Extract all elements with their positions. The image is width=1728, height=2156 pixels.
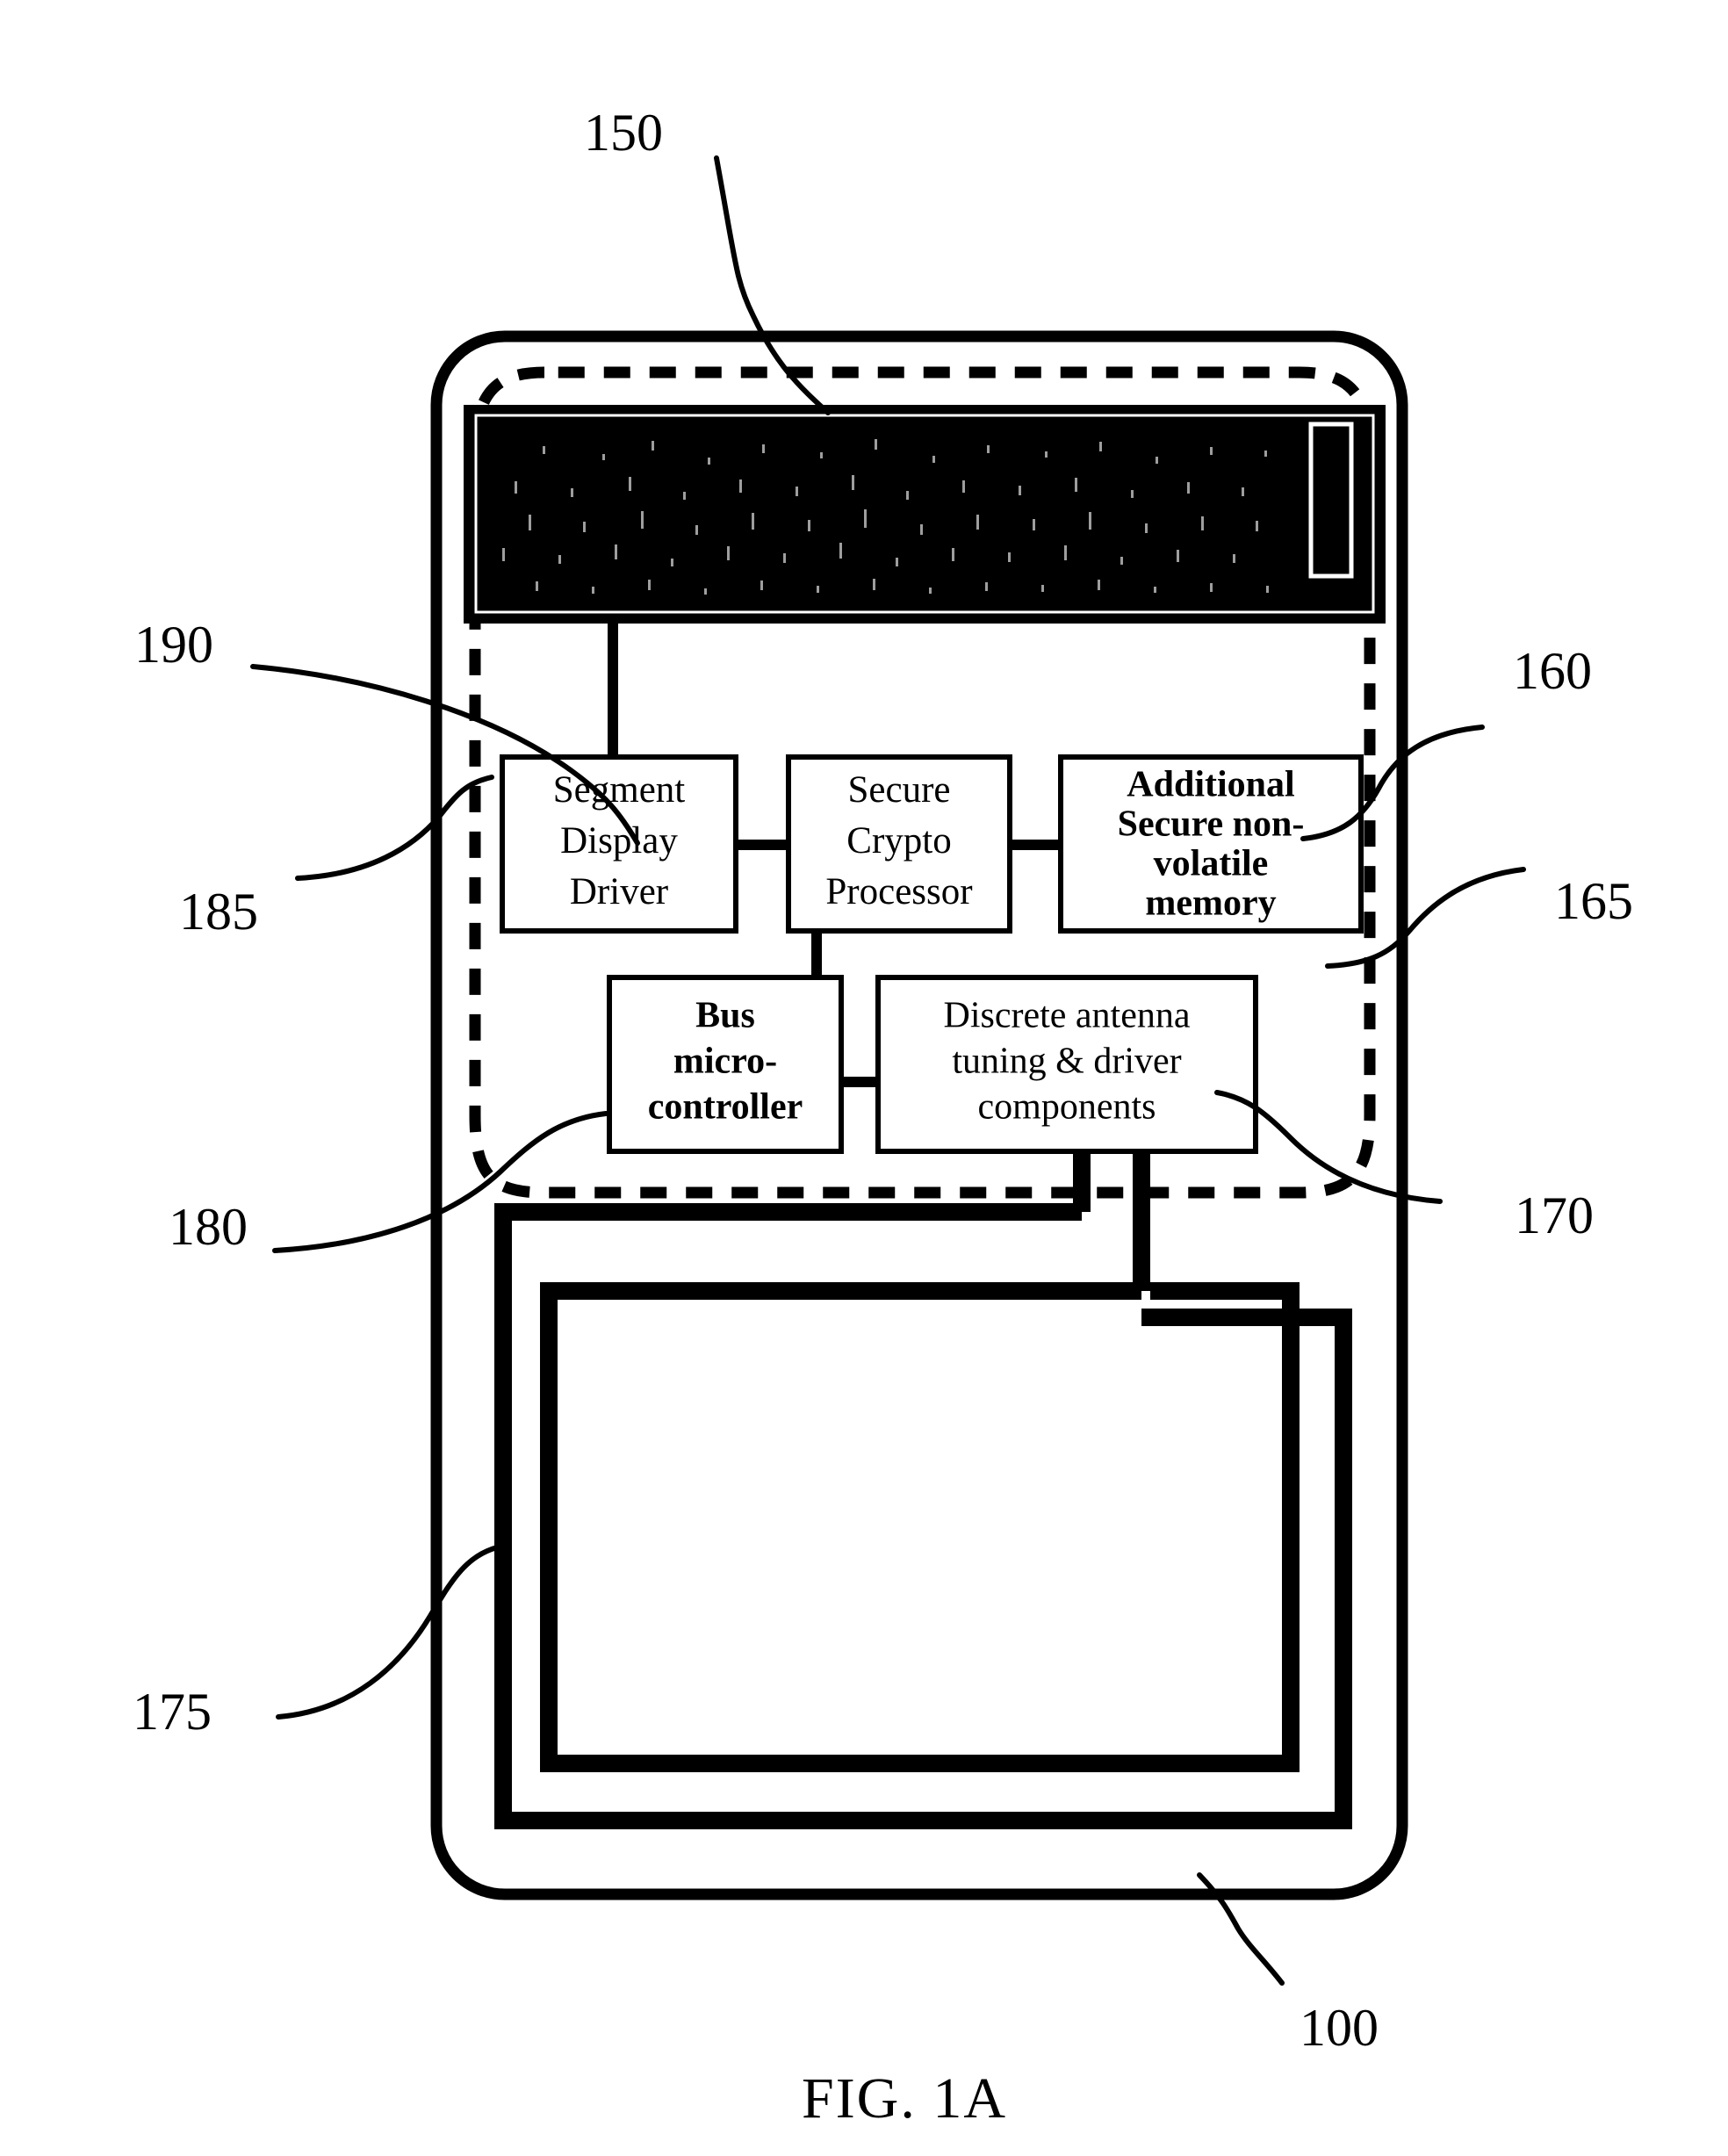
segment-display-driver-line-3: Driver	[570, 871, 668, 912]
ref-numeral-175: 175	[133, 1683, 212, 1741]
ref-numeral-180: 180	[169, 1198, 248, 1256]
bus-microcontroller-line-1: Bus	[695, 996, 755, 1036]
discrete-antenna-tuning-driver-components: Discrete antenna tuning & driver compone…	[875, 975, 1258, 1154]
ref-numeral-190: 190	[134, 616, 213, 674]
secure-crypto-processor: Secure Crypto Processor	[786, 754, 1012, 934]
antenna-coil	[494, 1151, 1352, 1829]
discrete-antenna-line-1: Discrete antenna	[943, 996, 1190, 1036]
bus-microcontroller-line-3: controller	[648, 1087, 803, 1128]
bus-microcontroller: Bus micro- controller	[607, 975, 844, 1154]
additional-secure-memory-line-4: memory	[1145, 883, 1276, 924]
ref-numeral-185: 185	[179, 883, 258, 941]
leader-175	[276, 1545, 500, 1720]
secure-crypto-processor-line-2: Crypto	[846, 820, 951, 862]
ref-numeral-170: 170	[1515, 1186, 1594, 1244]
segment-display-driver-line-2: Display	[560, 820, 678, 862]
ref-numeral-160: 160	[1513, 642, 1592, 700]
leader-185	[295, 775, 494, 881]
discrete-antenna-line-3: components	[978, 1087, 1156, 1128]
figure-caption: FIG. 1A	[802, 2066, 1007, 2131]
secure-crypto-processor-line-1: Secure	[848, 769, 951, 811]
segment-display-driver-line-1: Segment	[553, 769, 686, 811]
patent-figure-1a: Segment Display Driver Secure Crypto Pro…	[0, 0, 1728, 2156]
ref-numeral-165: 165	[1554, 872, 1633, 930]
segment-display-driver: Segment Display Driver	[500, 754, 738, 934]
additional-secure-memory-line-2: Secure non-	[1118, 804, 1305, 845]
additional-secure-nonvolatile-memory: Additional Secure non- volatile memory	[1058, 754, 1364, 934]
discrete-antenna-line-2: tuning & driver	[952, 1042, 1181, 1082]
additional-secure-memory-line-3: volatile	[1154, 844, 1269, 884]
additional-secure-memory-line-1: Additional	[1127, 765, 1294, 805]
ref-numeral-100: 100	[1300, 1999, 1379, 2057]
ref-numeral-150: 150	[584, 104, 663, 162]
segment-display	[464, 405, 1386, 624]
bus-microcontroller-line-2: micro-	[673, 1042, 777, 1082]
secure-crypto-processor-line-3: Processor	[825, 871, 972, 912]
